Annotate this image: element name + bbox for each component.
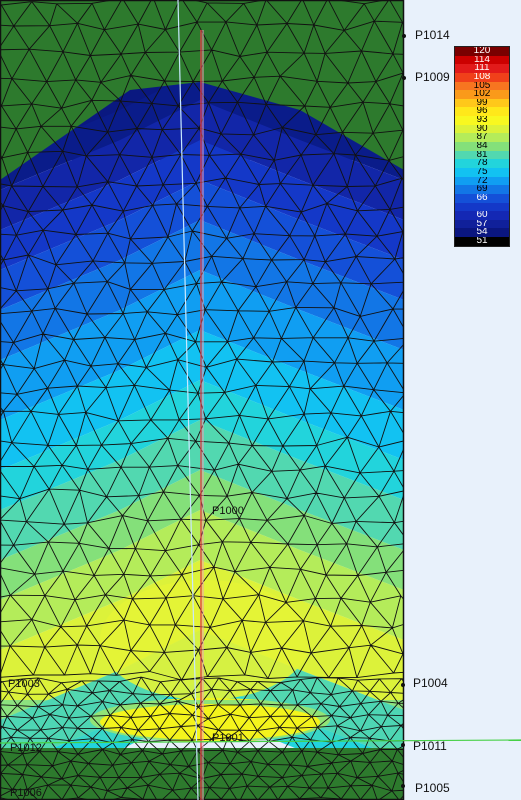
legend-entry: 66 [455, 193, 509, 203]
point-label-p1000: P1000 [212, 505, 244, 517]
point-label-p1011: P1011 [413, 739, 447, 753]
legend-entry: 99 [455, 98, 509, 108]
point-label-p1012: P1012 [10, 742, 42, 754]
legend-entry: 72 [455, 176, 509, 186]
legend-entry: 90 [455, 124, 509, 134]
legend-entry: 60 [455, 211, 509, 220]
legend-entry: 78 [455, 159, 509, 168]
point-marker-p1009 [402, 76, 406, 80]
legend-entry: 105 [455, 81, 509, 91]
point-label-p1014: P1014 [415, 28, 450, 42]
point-marker-p1004 [401, 683, 405, 687]
legend-entry: 120 [455, 47, 509, 56]
legend-entry: 81 [455, 150, 509, 160]
point-label-p1004: P1004 [413, 676, 448, 690]
legend-entry: 93 [455, 116, 509, 125]
legend-entry: 84 [455, 142, 509, 151]
legend-entry: 102 [455, 90, 509, 99]
legend-entry: 51 [455, 237, 509, 246]
legend-entry: 69 [455, 185, 509, 194]
legend-entry: 108 [455, 72, 509, 82]
point-label-p1006: P1006 [10, 787, 42, 799]
legend-entry: 111 [455, 64, 509, 73]
point-marker-p1014 [402, 34, 406, 38]
mesh-viewer: 120 114 111 108 105 102 99 96 93 90 87 84 81 78 75 72 69… [0, 0, 521, 800]
legend-entry: 54 [455, 228, 509, 238]
legend-entry [455, 202, 509, 212]
legend-entry: 75 [455, 167, 509, 177]
legend-entry: 96 [455, 107, 509, 117]
point-label-p1005: P1005 [415, 781, 450, 795]
legend-entry: 57 [455, 219, 509, 229]
point-label-p1003: P1003 [8, 678, 40, 690]
point-marker-p1011 [401, 743, 405, 747]
legend-entry: 87 [455, 133, 509, 143]
point-marker-p1005 [401, 784, 405, 788]
point-label-p1009: P1009 [415, 70, 450, 84]
color-scale-legend: 120 114 111 108 105 102 99 96 93 90 87 84 81 78 75 72 69… [454, 46, 510, 247]
legend-entry: 114 [455, 55, 509, 65]
point-label-p1001: P1001 [212, 732, 244, 744]
